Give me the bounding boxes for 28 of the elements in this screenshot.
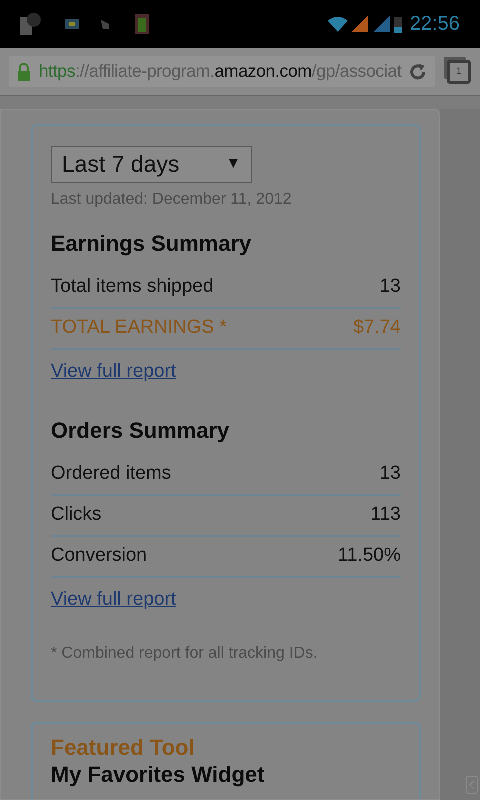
signal-icon bbox=[352, 16, 368, 32]
row-value: $7.74 bbox=[353, 316, 401, 340]
tabs-button[interactable]: 1 bbox=[447, 60, 471, 84]
address-field[interactable]: https://affiliate-program.amazon.com/gp/associat bbox=[9, 56, 435, 87]
section-heading: Orders Summary bbox=[51, 416, 231, 444]
reload-icon[interactable] bbox=[409, 62, 427, 80]
clock: 22:56 bbox=[410, 12, 460, 37]
battery-icon bbox=[394, 15, 402, 33]
row-value: 113 bbox=[370, 502, 401, 527]
wifi-icon bbox=[328, 16, 348, 32]
last-updated-text: Last updated: December 11, 2012 bbox=[51, 190, 293, 210]
footnote-text: * Combined report for all tracking IDs. bbox=[51, 644, 319, 664]
signal-icon bbox=[374, 16, 390, 32]
view-report-link[interactable]: View full report bbox=[51, 358, 176, 386]
featured-title: My Favorites Widget bbox=[51, 762, 266, 788]
row-value: 13 bbox=[380, 462, 401, 486]
row-label: Ordered items bbox=[51, 462, 172, 486]
row-value: 11.50% bbox=[338, 544, 401, 568]
row-label: TOTAL EARNINGS * bbox=[51, 316, 227, 340]
period-dropdown[interactable]: Last 7 days ▼ bbox=[51, 146, 252, 183]
row-label: Conversion bbox=[51, 544, 148, 568]
section-heading: Earnings Summary bbox=[51, 230, 253, 258]
row-label: Total items shipped bbox=[51, 275, 214, 300]
featured-label: Featured Tool bbox=[51, 734, 196, 762]
lock-icon bbox=[17, 62, 31, 80]
view-report-link[interactable]: View full report bbox=[51, 586, 176, 614]
row-value: 13 bbox=[380, 275, 401, 300]
row-label: Clicks bbox=[51, 502, 102, 527]
